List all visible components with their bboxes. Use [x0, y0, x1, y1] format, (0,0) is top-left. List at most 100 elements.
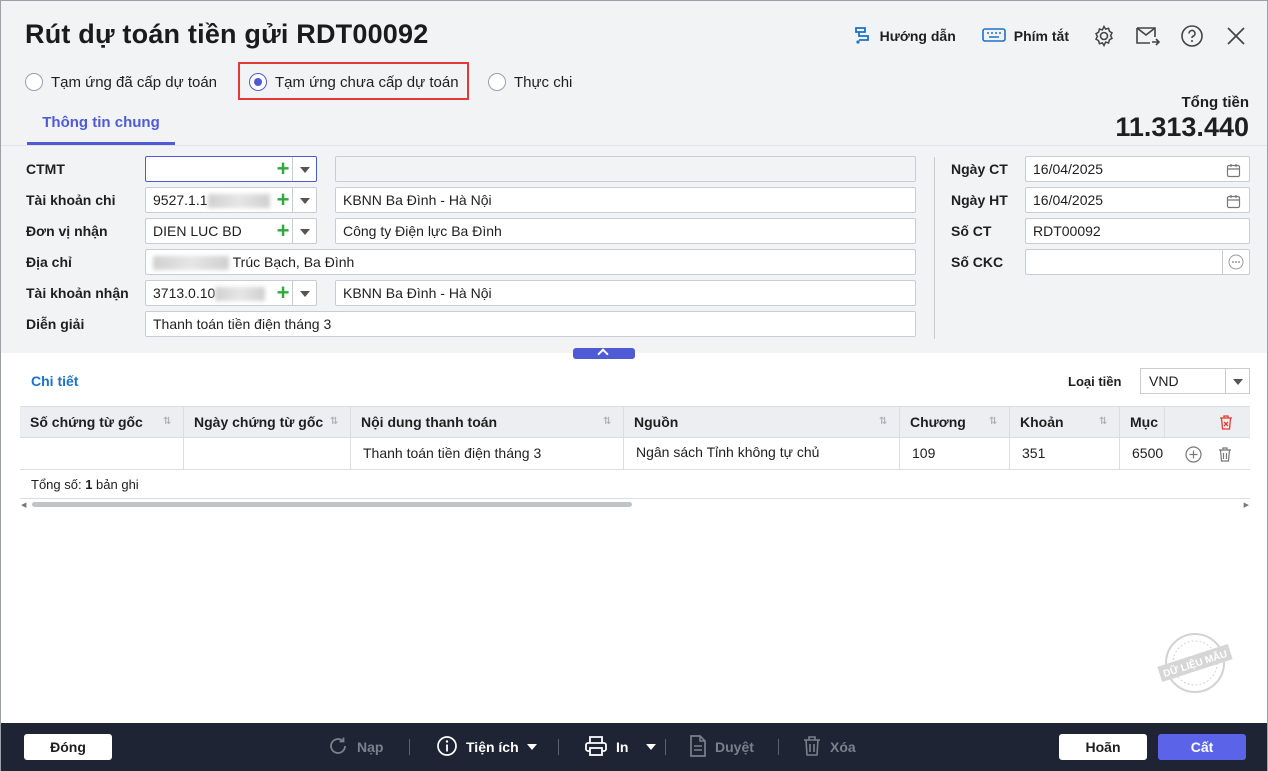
- scroll-thumb[interactable]: [32, 502, 632, 507]
- utility-menu-button[interactable]: Tiện ích: [436, 735, 537, 759]
- info-icon: [436, 735, 458, 760]
- date-ht-value: 16/04/2025: [1033, 192, 1104, 208]
- caret-down-icon[interactable]: [646, 744, 657, 750]
- address-field[interactable]: Trúc Bạch, Ba Đình: [145, 249, 916, 275]
- currency-select[interactable]: VND: [1140, 368, 1250, 394]
- horizontal-scrollbar[interactable]: ◀ ▶: [20, 498, 1250, 510]
- date-ct-field[interactable]: 16/04/2025: [1025, 156, 1250, 182]
- cancel-button[interactable]: Hoãn: [1059, 734, 1147, 760]
- table-row[interactable]: Thanh toán tiền điện tháng 3 Ngân sách T…: [20, 438, 1250, 470]
- print-button[interactable]: In: [584, 735, 657, 760]
- cell-source-doc-date[interactable]: [184, 438, 351, 469]
- column-header[interactable]: Khoản ⇅: [1010, 407, 1120, 437]
- delete-label: Xóa: [830, 739, 856, 755]
- help-icon[interactable]: [1179, 23, 1205, 49]
- radio-advance-allocated[interactable]: Tạm ứng đã cấp dự toán: [25, 73, 217, 91]
- address-label: Địa chỉ: [26, 254, 72, 270]
- date-ht-field[interactable]: 16/04/2025: [1025, 187, 1250, 213]
- note-field[interactable]: Thanh toán tiền điện tháng 3: [145, 311, 916, 337]
- radio-dot: [488, 73, 506, 91]
- account-out-combo[interactable]: 9527.1.1 +: [145, 187, 317, 213]
- ctmt-combo[interactable]: +: [145, 156, 317, 182]
- column-header[interactable]: Nguồn ⇅: [624, 407, 900, 437]
- guide-button[interactable]: Hướng dẫn: [852, 25, 956, 48]
- add-icon[interactable]: +: [274, 282, 292, 304]
- account-out-value: 9527.1.1: [153, 192, 208, 208]
- column-header[interactable]: Chương ⇅: [900, 407, 1010, 437]
- add-icon[interactable]: +: [274, 220, 292, 242]
- date-ct-value: 16/04/2025: [1033, 161, 1104, 177]
- redacted-block: [153, 256, 229, 271]
- cell-item[interactable]: 351: [1010, 438, 1120, 469]
- chevron-down-icon[interactable]: [292, 157, 316, 181]
- cell-source-doc-no[interactable]: [20, 438, 184, 469]
- receiver-description[interactable]: Công ty Điện lực Ba Đình: [335, 218, 916, 244]
- calendar-icon[interactable]: [1226, 161, 1241, 178]
- approve-button[interactable]: Duyệt: [689, 734, 754, 760]
- add-row-icon[interactable]: [1185, 446, 1202, 466]
- chevron-down-icon[interactable]: [1225, 369, 1249, 393]
- print-label: In: [616, 739, 629, 755]
- column-header[interactable]: Số chứng từ gốc ⇅: [20, 407, 184, 437]
- currency-label: Loại tiền: [1068, 374, 1122, 389]
- chevron-down-icon[interactable]: [292, 219, 316, 243]
- option-group: Tạm ứng đã cấp dự toán: [25, 67, 253, 97]
- delete-button[interactable]: Xóa: [802, 735, 856, 759]
- sort-icon: ⇅: [330, 416, 339, 427]
- date-ct-label: Ngày CT: [951, 161, 1008, 177]
- currency-value: VND: [1149, 373, 1179, 389]
- chevron-down-icon[interactable]: [292, 281, 316, 305]
- account-out-description[interactable]: KBNN Ba Đình - Hà Nội: [335, 187, 916, 213]
- chevron-down-icon[interactable]: [292, 188, 316, 212]
- mail-send-icon[interactable]: [1135, 23, 1161, 49]
- redacted-block: [215, 287, 266, 302]
- grid-header: Số chứng từ gốc ⇅ Ngày chứng từ gốc ⇅ Nội …: [20, 406, 1250, 438]
- doc-no-field[interactable]: RDT00092: [1025, 218, 1250, 244]
- account-in-label: Tài khoản nhận: [26, 285, 129, 301]
- more-icon[interactable]: [1222, 250, 1249, 274]
- receiver-combo[interactable]: DIEN LUC BD +: [145, 218, 317, 244]
- sort-icon: ⇅: [603, 416, 612, 427]
- utility-label: Tiện ích: [466, 739, 519, 755]
- close-icon[interactable]: [1223, 23, 1249, 49]
- approve-label: Duyệt: [715, 739, 754, 755]
- calendar-icon[interactable]: [1226, 192, 1241, 209]
- collapse-toggle[interactable]: [573, 348, 635, 359]
- cell-source[interactable]: Ngân sách Tỉnh không tự chủ: [624, 438, 900, 469]
- toolbar-divider: [778, 739, 779, 755]
- header-actions: Hướng dẫn Phím tắt: [852, 21, 1249, 51]
- document-icon: [689, 734, 707, 760]
- account-in-combo[interactable]: 3713.0.10 +: [145, 280, 317, 306]
- header-panel: Rút dự toán tiền gửi RDT00092 Hướng dẫn …: [1, 1, 1267, 353]
- cell-section[interactable]: 6500: [1120, 438, 1164, 469]
- reload-button[interactable]: Nạp: [327, 735, 383, 759]
- guide-label: Hướng dẫn: [879, 28, 956, 44]
- radio-advance-unallocated[interactable]: Tạm ứng chưa cấp dự toán: [249, 73, 459, 91]
- shortcut-button[interactable]: Phím tắt: [981, 27, 1069, 46]
- column-header[interactable]: Nội dung thanh toán ⇅: [351, 407, 624, 437]
- ckc-no-field[interactable]: [1025, 249, 1250, 275]
- save-button[interactable]: Cất: [1158, 734, 1246, 760]
- cell-chapter[interactable]: 109: [900, 438, 1010, 469]
- address-value: Trúc Bạch, Ba Đình: [232, 254, 355, 270]
- gear-icon[interactable]: [1091, 23, 1117, 49]
- radio-label: Tạm ứng chưa cấp dự toán: [275, 73, 459, 91]
- printer-icon: [584, 735, 608, 760]
- radio-actual-spend[interactable]: Thực chi: [488, 73, 572, 91]
- add-icon[interactable]: +: [274, 189, 292, 211]
- column-header[interactable]: Mục: [1120, 407, 1164, 437]
- total-label: Tổng tiền: [1181, 94, 1250, 111]
- add-icon[interactable]: +: [274, 158, 292, 180]
- note-label: Diễn giải: [26, 316, 85, 332]
- scroll-left-icon[interactable]: ◀: [21, 501, 26, 509]
- date-ht-label: Ngày HT: [951, 192, 1008, 208]
- delete-all-icon[interactable]: [1218, 414, 1234, 434]
- account-in-description[interactable]: KBNN Ba Đình - Hà Nội: [335, 280, 916, 306]
- column-header[interactable]: Ngày chứng từ gốc ⇅: [184, 407, 351, 437]
- cell-payment-content[interactable]: Thanh toán tiền điện tháng 3: [351, 438, 624, 469]
- tab-general-info[interactable]: Thông tin chung: [27, 105, 175, 145]
- trash-icon[interactable]: [1217, 446, 1233, 466]
- close-button[interactable]: Đóng: [24, 734, 112, 760]
- scroll-right-icon[interactable]: ▶: [1244, 501, 1249, 509]
- form-divider: [934, 157, 935, 339]
